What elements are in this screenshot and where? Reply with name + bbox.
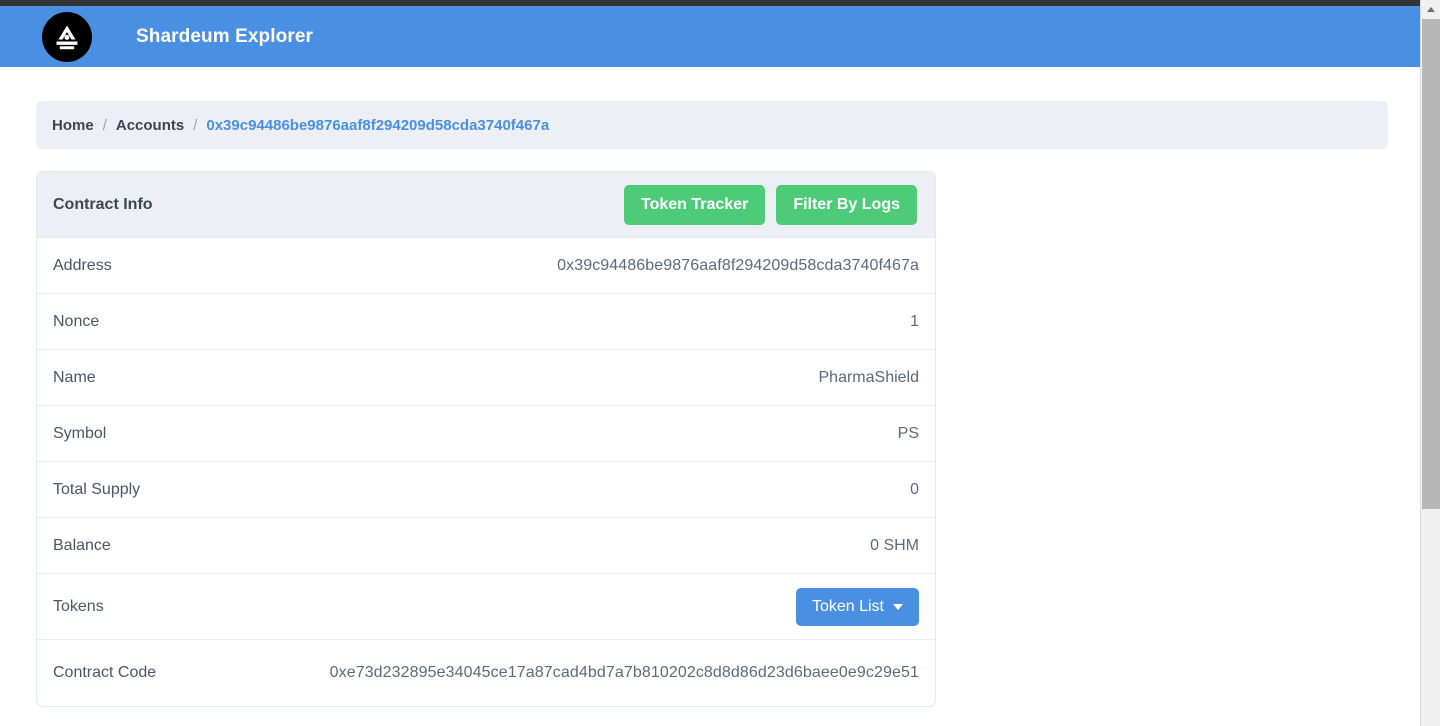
row-value-balance: 0 SHM (870, 536, 919, 554)
row-value-nonce: 1 (910, 312, 919, 330)
breadcrumb-separator: / (193, 116, 198, 134)
app-viewport: Shardeum Explorer Home / Accounts / 0x39… (0, 0, 1440, 726)
caret-up-icon (1426, 6, 1435, 12)
table-row: Address 0x39c94486be9876aaf8f294209d58cd… (37, 238, 935, 294)
row-label-total-supply: Total Supply (53, 480, 141, 498)
token-list-label: Token List (811, 597, 884, 615)
page-title: Contract Info (53, 195, 153, 213)
scrollbar-thumb[interactable] (1422, 19, 1440, 509)
breadcrumb-separator: / (102, 116, 107, 134)
table-row: Total Supply 0 (37, 462, 935, 518)
row-label-symbol: Symbol (53, 424, 107, 442)
token-list-dropdown-button[interactable]: Token List (795, 587, 919, 626)
row-value-name: PharmaShield (818, 368, 920, 386)
row-value-contract-code: 0xe73d232895e34045ce17a87cad4bd7a7b81020… (329, 664, 919, 681)
row-value-address: 0x39c94486be9876aaf8f294209d58cda3740f46… (557, 256, 919, 274)
scrollbar-up-button[interactable] (1421, 0, 1440, 18)
table-row: Name PharmaShield (37, 350, 935, 406)
row-label-address: Address (53, 256, 112, 274)
table-row: Symbol PS (37, 406, 935, 462)
table-row: Tokens Token List (37, 574, 935, 640)
top-navbar: Shardeum Explorer (0, 6, 1420, 67)
shardeum-logo-icon[interactable] (42, 11, 92, 62)
row-label-balance: Balance (53, 536, 111, 554)
row-value-total-supply: 0 (910, 480, 919, 498)
row-label-tokens: Tokens (53, 597, 104, 615)
token-tracker-button[interactable]: Token Tracker (624, 184, 766, 225)
breadcrumb: Home / Accounts / 0x39c94486be9876aaf8f2… (36, 101, 1388, 149)
table-row: Nonce 1 (37, 294, 935, 350)
filter-by-logs-button[interactable]: Filter By Logs (776, 184, 917, 225)
contract-info-card: Contract Info Token Tracker Filter By Lo… (36, 171, 936, 707)
table-row: Contract Code 0xe73d232895e34045ce17a87c… (37, 640, 935, 706)
breadcrumb-item-home[interactable]: Home (52, 117, 94, 134)
card-header-actions: Token Tracker Filter By Logs (624, 184, 917, 225)
table-row: Balance 0 SHM (37, 518, 935, 574)
row-label-nonce: Nonce (53, 312, 100, 330)
vertical-scrollbar[interactable] (1420, 0, 1440, 726)
row-value-symbol: PS (897, 424, 919, 442)
row-label-name: Name (53, 368, 96, 386)
breadcrumb-item-accounts[interactable]: Accounts (116, 117, 184, 134)
row-label-contract-code: Contract Code (53, 664, 157, 681)
breadcrumb-item-address[interactable]: 0x39c94486be9876aaf8f294209d58cda3740f46… (206, 117, 549, 134)
card-header: Contract Info Token Tracker Filter By Lo… (37, 172, 935, 238)
brand-title: Shardeum Explorer (136, 25, 313, 47)
chevron-down-icon (893, 603, 903, 610)
page-body: Home / Accounts / 0x39c94486be9876aaf8f2… (0, 67, 1420, 726)
